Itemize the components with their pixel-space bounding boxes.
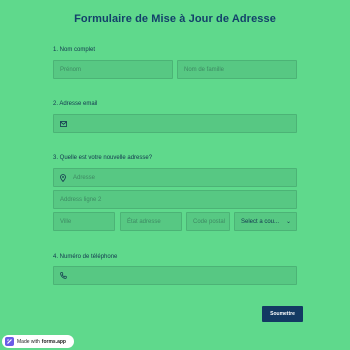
- form-title: Formulaire de Mise à Jour de Adresse: [74, 13, 276, 25]
- email-input[interactable]: [53, 114, 297, 133]
- forms-app-logo-icon: [5, 337, 14, 346]
- phone-label: 4. Numéro de téléphone: [53, 254, 118, 260]
- last-name-input[interactable]: Nom de famille: [177, 60, 297, 79]
- country-value: Select a cou...: [241, 218, 280, 225]
- address-label: 3. Quelle est votre nouvelle adresse?: [53, 155, 153, 161]
- phone-input[interactable]: [53, 266, 297, 285]
- state-placeholder: État adresse: [127, 218, 161, 225]
- badge-prefix: Made with: [17, 338, 40, 345]
- state-input[interactable]: État adresse: [120, 212, 182, 231]
- badge-brand: forms.app: [41, 338, 66, 345]
- phone-icon: [58, 271, 68, 281]
- last-name-placeholder: Nom de famille: [184, 66, 225, 73]
- address-line1-input[interactable]: Adresse: [53, 168, 297, 187]
- full-name-label: 1. Nom complet: [53, 47, 96, 53]
- first-name-input[interactable]: Prénom: [53, 60, 173, 79]
- location-pin-icon: [58, 173, 68, 183]
- made-with-badge[interactable]: Made with forms.app: [2, 335, 74, 348]
- first-name-placeholder: Prénom: [60, 66, 82, 73]
- zip-input[interactable]: Code postal: [186, 212, 230, 231]
- address-line2-placeholder: Address ligne 2: [60, 196, 102, 203]
- zip-placeholder: Code postal: [193, 218, 226, 225]
- envelope-icon: [58, 119, 68, 129]
- city-input[interactable]: Ville: [53, 212, 115, 231]
- country-select[interactable]: Select a cou... ⌄: [234, 212, 297, 231]
- email-label: 2. Adresse email: [53, 101, 98, 107]
- submit-button[interactable]: Soumettre: [262, 306, 303, 322]
- chevron-down-icon: ⌄: [285, 219, 291, 225]
- address-line2-input[interactable]: Address ligne 2: [53, 190, 297, 209]
- city-placeholder: Ville: [60, 218, 72, 225]
- address-line1-placeholder: Adresse: [73, 174, 96, 181]
